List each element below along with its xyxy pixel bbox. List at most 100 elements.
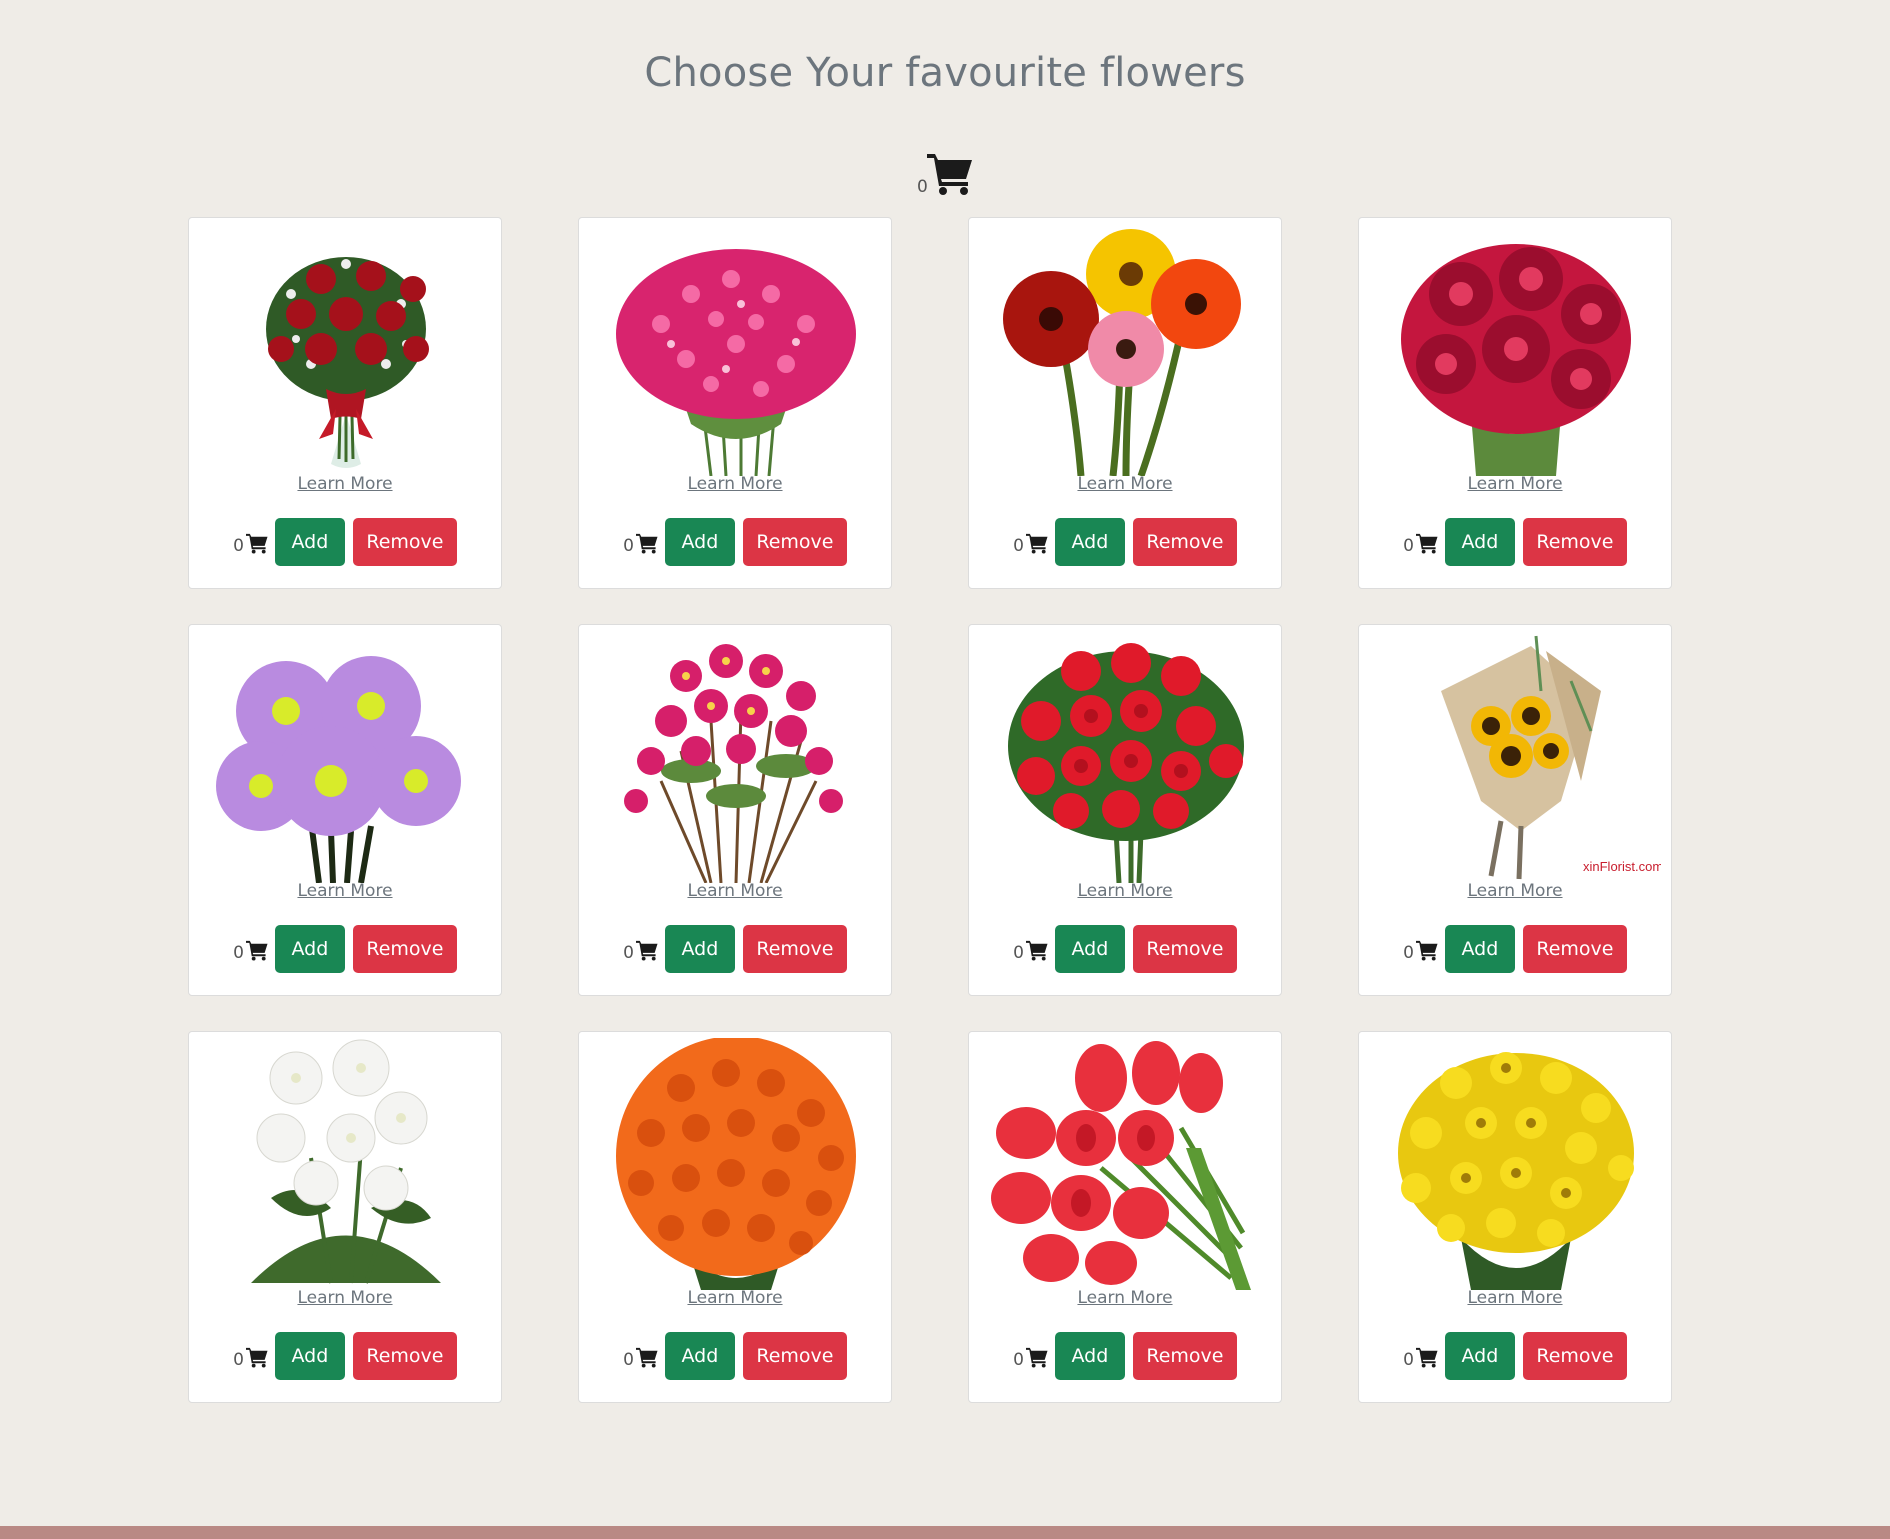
item-cart: 0 <box>233 524 269 560</box>
product-card: xinFlorist.com Learn More 0 Add Remove <box>1358 624 1672 996</box>
item-cart: 0 <box>623 1338 659 1374</box>
product-card: Learn More 0 Add Remove <box>188 217 502 589</box>
remove-button[interactable]: Remove <box>1522 1332 1627 1380</box>
watermark-text: xinFlorist.com <box>1583 859 1661 874</box>
learn-more-link[interactable]: Learn More <box>1359 881 1671 901</box>
shopping-cart-icon <box>245 940 268 961</box>
flower-image <box>591 1038 881 1290</box>
product-card: Learn More 0 Add Remove <box>578 624 892 996</box>
footer-bar <box>0 1526 1890 1539</box>
remove-button[interactable]: Remove <box>1132 925 1237 973</box>
item-count: 0 <box>233 943 244 963</box>
item-count: 0 <box>623 943 634 963</box>
item-cart: 0 <box>1013 524 1049 560</box>
item-count: 0 <box>1403 1350 1414 1370</box>
shopping-cart-icon <box>635 1347 658 1368</box>
page-title: Choose Your favourite flowers <box>644 50 1246 96</box>
remove-button[interactable]: Remove <box>1522 518 1627 566</box>
learn-more-link[interactable]: Learn More <box>969 881 1281 901</box>
item-cart: 0 <box>1013 1338 1049 1374</box>
flower-image <box>201 1038 491 1290</box>
learn-more-link[interactable]: Learn More <box>969 474 1281 494</box>
item-count: 0 <box>1403 536 1414 556</box>
add-button[interactable]: Add <box>1444 518 1515 566</box>
flower-image <box>591 224 881 476</box>
item-cart: 0 <box>623 524 659 560</box>
add-button[interactable]: Add <box>1444 925 1515 973</box>
remove-button[interactable]: Remove <box>352 1332 457 1380</box>
item-count: 0 <box>1403 943 1414 963</box>
add-button[interactable]: Add <box>274 1332 345 1380</box>
product-card: Learn More 0 Add Remove <box>1358 1031 1672 1403</box>
shopping-cart-icon <box>1415 533 1438 554</box>
product-card: Learn More 0 Add Remove <box>968 217 1282 589</box>
item-count: 0 <box>623 536 634 556</box>
add-button[interactable]: Add <box>664 518 735 566</box>
product-card: Learn More 0 Add Remove <box>578 217 892 589</box>
item-cart: 0 <box>233 1338 269 1374</box>
remove-button[interactable]: Remove <box>742 518 847 566</box>
shopping-cart-icon <box>245 533 268 554</box>
product-grid: Learn More 0 Add Remove Learn More 0 Add… <box>188 217 1672 1403</box>
shopping-cart-icon <box>1415 940 1438 961</box>
item-count: 0 <box>233 536 244 556</box>
product-card: Learn More 0 Add Remove <box>968 624 1282 996</box>
item-cart: 0 <box>623 931 659 967</box>
shopping-cart-icon <box>1025 533 1048 554</box>
remove-button[interactable]: Remove <box>1132 1332 1237 1380</box>
item-count: 0 <box>1013 536 1024 556</box>
learn-more-link[interactable]: Learn More <box>969 1288 1281 1308</box>
product-card: Learn More 0 Add Remove <box>1358 217 1672 589</box>
item-count: 0 <box>1013 943 1024 963</box>
product-card: Learn More 0 Add Remove <box>578 1031 892 1403</box>
flower-image <box>981 631 1271 883</box>
add-button[interactable]: Add <box>1444 1332 1515 1380</box>
learn-more-link[interactable]: Learn More <box>189 881 501 901</box>
product-card: Learn More 0 Add Remove <box>968 1031 1282 1403</box>
learn-more-link[interactable]: Learn More <box>1359 1288 1671 1308</box>
flower-image <box>981 1038 1271 1290</box>
item-cart: 0 <box>233 931 269 967</box>
learn-more-link[interactable]: Learn More <box>579 1288 891 1308</box>
add-button[interactable]: Add <box>664 1332 735 1380</box>
remove-button[interactable]: Remove <box>352 518 457 566</box>
item-count: 0 <box>623 1350 634 1370</box>
product-card: Learn More 0 Add Remove <box>188 1031 502 1403</box>
item-count: 0 <box>233 1350 244 1370</box>
product-card: Learn More 0 Add Remove <box>188 624 502 996</box>
item-cart: 0 <box>1403 524 1439 560</box>
shopping-cart-icon <box>635 940 658 961</box>
shopping-cart-icon <box>1415 1347 1438 1368</box>
learn-more-link[interactable]: Learn More <box>579 474 891 494</box>
add-button[interactable]: Add <box>274 925 345 973</box>
flower-image <box>201 631 491 883</box>
shopping-cart-icon <box>245 1347 268 1368</box>
flower-image <box>591 631 881 883</box>
flower-image: xinFlorist.com <box>1371 631 1661 883</box>
add-button[interactable]: Add <box>1054 925 1125 973</box>
add-button[interactable]: Add <box>664 925 735 973</box>
add-button[interactable]: Add <box>274 518 345 566</box>
learn-more-link[interactable]: Learn More <box>1359 474 1671 494</box>
remove-button[interactable]: Remove <box>1522 925 1627 973</box>
item-count: 0 <box>1013 1350 1024 1370</box>
learn-more-link[interactable]: Learn More <box>579 881 891 901</box>
remove-button[interactable]: Remove <box>742 1332 847 1380</box>
flower-image <box>1371 224 1661 476</box>
flower-image <box>1371 1038 1661 1290</box>
flower-image <box>981 224 1271 476</box>
learn-more-link[interactable]: Learn More <box>189 474 501 494</box>
shopping-cart-icon <box>927 154 972 195</box>
item-cart: 0 <box>1403 931 1439 967</box>
remove-button[interactable]: Remove <box>352 925 457 973</box>
main-cart[interactable]: 0 <box>915 150 975 200</box>
shopping-cart-icon <box>635 533 658 554</box>
remove-button[interactable]: Remove <box>1132 518 1237 566</box>
learn-more-link[interactable]: Learn More <box>189 1288 501 1308</box>
flower-image <box>201 224 491 476</box>
add-button[interactable]: Add <box>1054 1332 1125 1380</box>
item-cart: 0 <box>1403 1338 1439 1374</box>
add-button[interactable]: Add <box>1054 518 1125 566</box>
remove-button[interactable]: Remove <box>742 925 847 973</box>
shopping-cart-icon <box>1025 1347 1048 1368</box>
